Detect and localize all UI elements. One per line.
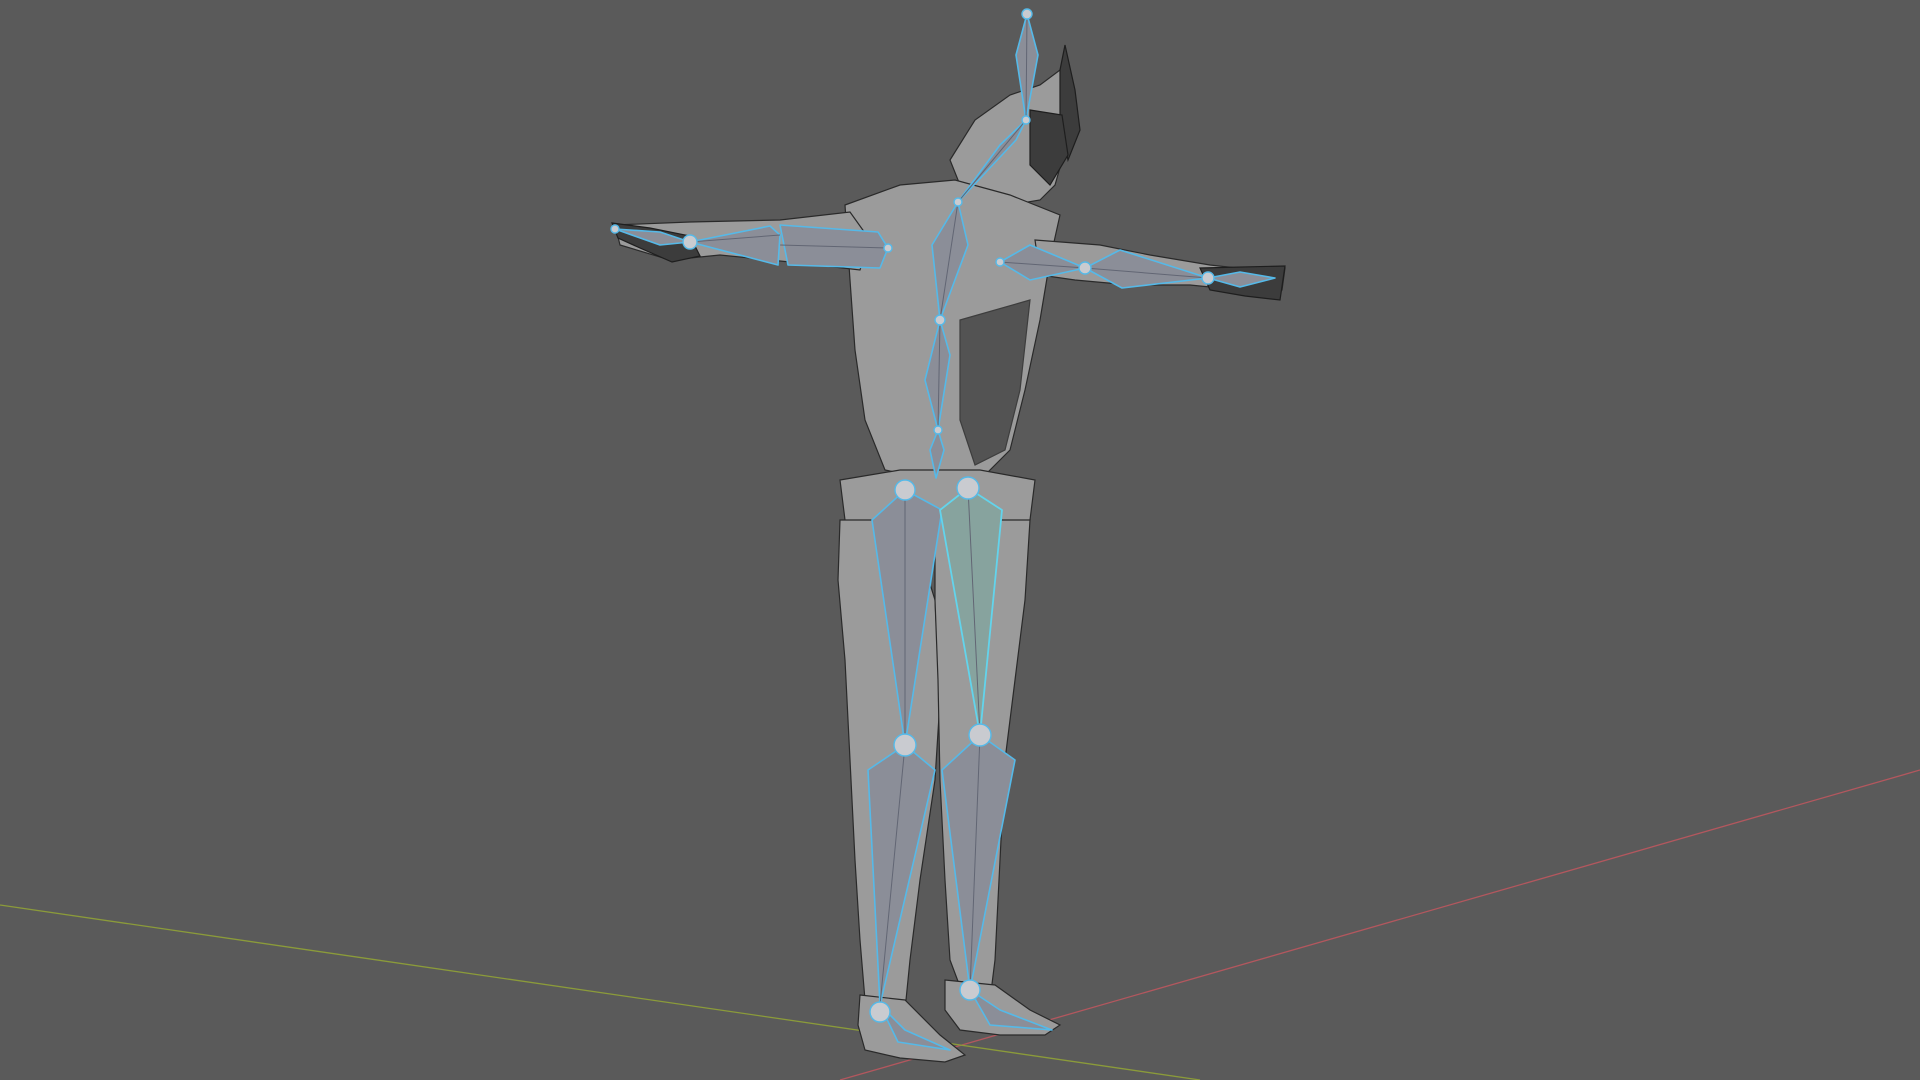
joint-elbow-left[interactable] bbox=[682, 234, 698, 250]
armature[interactable] bbox=[610, 8, 1276, 1051]
viewport-scene[interactable] bbox=[0, 0, 1920, 1080]
joint-ankle-right[interactable] bbox=[959, 979, 981, 1001]
joint-neck[interactable] bbox=[1021, 115, 1031, 125]
abdomen-mesh[interactable] bbox=[959, 299, 1031, 466]
joint-wrist-right[interactable] bbox=[1201, 271, 1215, 285]
y-axis-line bbox=[0, 904, 1201, 1080]
joint-knee-left[interactable] bbox=[893, 733, 917, 757]
bone-upper-arm-left[interactable] bbox=[779, 224, 889, 269]
3d-viewport[interactable] bbox=[0, 0, 1920, 1080]
joint-shoulder-right[interactable] bbox=[995, 257, 1005, 267]
joint-pelvis[interactable] bbox=[933, 425, 943, 435]
joint-spine[interactable] bbox=[934, 314, 946, 326]
joint-head-tip[interactable] bbox=[1021, 8, 1033, 20]
joint-hip-left[interactable] bbox=[894, 479, 916, 501]
joint-ankle-left[interactable] bbox=[869, 1001, 891, 1023]
joint-wrist-left[interactable] bbox=[610, 224, 620, 234]
joint-hip-right[interactable] bbox=[956, 476, 980, 500]
joint-shoulder-left[interactable] bbox=[883, 243, 893, 253]
joint-elbow-right[interactable] bbox=[1078, 261, 1092, 275]
joint-chest[interactable] bbox=[953, 197, 963, 207]
joint-knee-right[interactable] bbox=[968, 723, 992, 747]
